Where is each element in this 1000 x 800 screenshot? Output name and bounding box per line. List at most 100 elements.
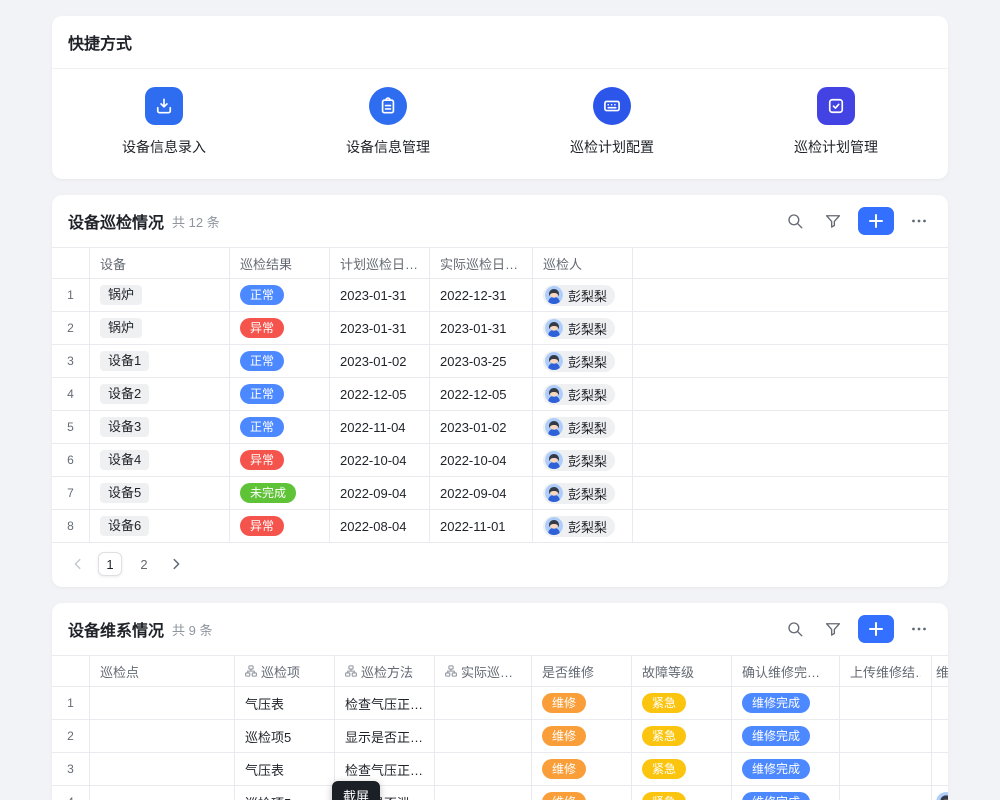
actual-date-cell[interactable]: 2022-12-05	[430, 378, 533, 411]
maintenance-column-header-6[interactable]: 故障等级	[632, 656, 732, 687]
confirm-cell[interactable]: 维修完成	[732, 786, 840, 800]
inspector-cell[interactable]: 彭梨梨	[533, 510, 633, 543]
device-cell[interactable]: 设备3	[90, 411, 230, 444]
repair-cell[interactable]: 维修	[532, 786, 632, 800]
device-cell[interactable]: 设备1	[90, 345, 230, 378]
add-record-button[interactable]	[858, 615, 894, 643]
extra-cell[interactable]	[932, 753, 948, 786]
result-cell[interactable]: 异常	[230, 510, 330, 543]
inspection-column-header-3[interactable]: 计划巡检日…	[330, 248, 430, 279]
point-cell[interactable]	[90, 786, 235, 800]
upload-cell[interactable]	[840, 687, 932, 720]
confirm-cell[interactable]: 维修完成	[732, 753, 840, 786]
actual-cell[interactable]	[435, 720, 532, 753]
shortcut-item-3[interactable]: 巡检计划配置	[500, 87, 724, 157]
extra-cell[interactable]	[932, 786, 948, 800]
upload-cell[interactable]	[840, 753, 932, 786]
inspector-cell[interactable]: 彭梨梨	[533, 345, 633, 378]
item-cell[interactable]: 巡检项5	[235, 720, 335, 753]
maintenance-column-header-4[interactable]: 实际巡…	[435, 656, 532, 687]
repair-cell[interactable]: 维修	[532, 720, 632, 753]
actual-cell[interactable]	[435, 687, 532, 720]
chevron-right-icon[interactable]	[166, 554, 186, 574]
planned-date-cell[interactable]: 2023-01-31	[330, 279, 430, 312]
device-cell[interactable]: 设备6	[90, 510, 230, 543]
actual-cell[interactable]	[435, 786, 532, 800]
result-cell[interactable]: 正常	[230, 411, 330, 444]
inspector-cell[interactable]: 彭梨梨	[533, 378, 633, 411]
actual-date-cell[interactable]: 2023-03-25	[430, 345, 533, 378]
point-cell[interactable]	[90, 687, 235, 720]
search-icon[interactable]	[782, 616, 808, 642]
method-cell[interactable]: 检查气压正…	[335, 687, 435, 720]
actual-date-cell[interactable]: 2022-12-31	[430, 279, 533, 312]
device-cell[interactable]: 设备2	[90, 378, 230, 411]
inspection-column-header-2[interactable]: 巡检结果	[230, 248, 330, 279]
device-cell[interactable]: 设备4	[90, 444, 230, 477]
maintenance-column-header-5[interactable]: 是否维修	[532, 656, 632, 687]
point-cell[interactable]	[90, 720, 235, 753]
extra-cell[interactable]	[932, 720, 948, 753]
maintenance-column-header-9[interactable]: 维	[932, 656, 948, 687]
actual-date-cell[interactable]: 2022-10-04	[430, 444, 533, 477]
level-cell[interactable]: 紧急	[632, 786, 732, 800]
planned-date-cell[interactable]: 2023-01-02	[330, 345, 430, 378]
result-cell[interactable]: 异常	[230, 444, 330, 477]
maintenance-column-header-2[interactable]: 巡检项	[235, 656, 335, 687]
more-icon[interactable]	[906, 616, 932, 642]
maintenance-column-header-1[interactable]: 巡检点	[90, 656, 235, 687]
result-cell[interactable]: 正常	[230, 378, 330, 411]
actual-date-cell[interactable]: 2022-11-01	[430, 510, 533, 543]
shortcut-item-1[interactable]: 设备信息录入	[52, 87, 276, 157]
level-cell[interactable]: 紧急	[632, 720, 732, 753]
shortcut-item-2[interactable]: 设备信息管理	[276, 87, 500, 157]
device-cell[interactable]: 锅炉	[90, 279, 230, 312]
planned-date-cell[interactable]: 2023-01-31	[330, 312, 430, 345]
level-cell[interactable]: 紧急	[632, 753, 732, 786]
result-cell[interactable]: 正常	[230, 345, 330, 378]
inspection-column-header-4[interactable]: 实际巡检日…	[430, 248, 533, 279]
inspector-cell[interactable]: 彭梨梨	[533, 312, 633, 345]
planned-date-cell[interactable]: 2022-11-04	[330, 411, 430, 444]
actual-date-cell[interactable]: 2022-09-04	[430, 477, 533, 510]
more-icon[interactable]	[906, 208, 932, 234]
actual-date-cell[interactable]: 2023-01-31	[430, 312, 533, 345]
maintenance-column-header-7[interactable]: 确认维修完…	[732, 656, 840, 687]
item-cell[interactable]: 巡检项5	[235, 786, 335, 800]
device-cell[interactable]: 锅炉	[90, 312, 230, 345]
upload-cell[interactable]	[840, 720, 932, 753]
actual-date-cell[interactable]: 2023-01-02	[430, 411, 533, 444]
search-icon[interactable]	[782, 208, 808, 234]
result-cell[interactable]: 异常	[230, 312, 330, 345]
repair-cell[interactable]: 维修	[532, 687, 632, 720]
level-cell[interactable]: 紧急	[632, 687, 732, 720]
inspection-column-header-1[interactable]: 设备	[90, 248, 230, 279]
item-cell[interactable]: 气压表	[235, 753, 335, 786]
result-cell[interactable]: 正常	[230, 279, 330, 312]
inspector-cell[interactable]: 彭梨梨	[533, 411, 633, 444]
method-cell[interactable]: 显示是否正…	[335, 720, 435, 753]
inspector-cell[interactable]: 彭梨梨	[533, 279, 633, 312]
planned-date-cell[interactable]: 2022-08-04	[330, 510, 430, 543]
chevron-left-icon[interactable]	[68, 554, 88, 574]
point-cell[interactable]	[90, 753, 235, 786]
item-cell[interactable]: 气压表	[235, 687, 335, 720]
device-cell[interactable]: 设备5	[90, 477, 230, 510]
actual-cell[interactable]	[435, 753, 532, 786]
page-button-1[interactable]: 1	[98, 552, 122, 576]
inspector-cell[interactable]: 彭梨梨	[533, 444, 633, 477]
planned-date-cell[interactable]: 2022-09-04	[330, 477, 430, 510]
extra-cell[interactable]	[932, 687, 948, 720]
shortcut-item-4[interactable]: 巡检计划管理	[724, 87, 948, 157]
inspector-cell[interactable]: 彭梨梨	[533, 477, 633, 510]
page-button-2[interactable]: 2	[132, 552, 156, 576]
confirm-cell[interactable]: 维修完成	[732, 687, 840, 720]
repair-cell[interactable]: 维修	[532, 753, 632, 786]
inspection-column-header-5[interactable]: 巡检人	[533, 248, 633, 279]
maintenance-column-header-8[interactable]: 上传维修结…	[840, 656, 932, 687]
filter-icon[interactable]	[820, 616, 846, 642]
filter-icon[interactable]	[820, 208, 846, 234]
result-cell[interactable]: 未完成	[230, 477, 330, 510]
planned-date-cell[interactable]: 2022-12-05	[330, 378, 430, 411]
planned-date-cell[interactable]: 2022-10-04	[330, 444, 430, 477]
